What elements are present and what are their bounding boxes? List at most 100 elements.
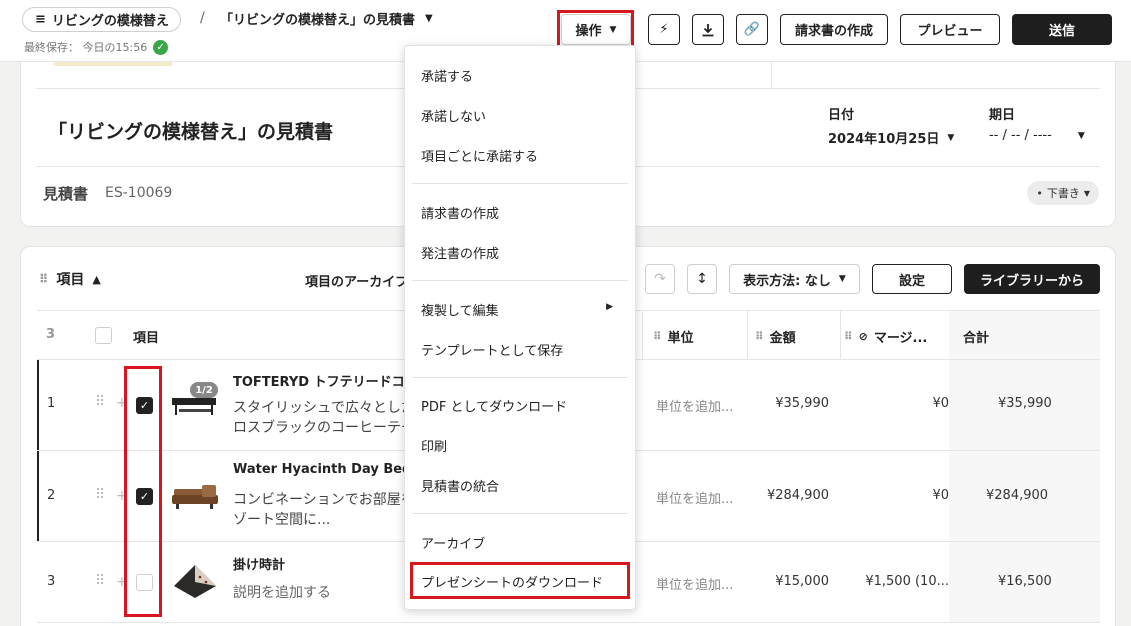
settings-button[interactable]: 設定: [872, 264, 952, 294]
row-checkbox[interactable]: ✓: [136, 397, 153, 414]
row-checkbox[interactable]: ✓: [136, 488, 153, 505]
sort-icon: ↕: [696, 271, 708, 287]
add-row-icon[interactable]: +: [116, 574, 128, 590]
item-desc-line2[interactable]: ロスブラックのコーヒーテー: [233, 418, 413, 438]
amount-cell[interactable]: ¥35,990: [775, 396, 829, 411]
breadcrumb-doc-title: 「リビングの模様替え」の見積書: [220, 13, 416, 28]
drag-handle-icon[interactable]: ⠿: [39, 272, 48, 286]
menu-item-merge-estimates[interactable]: 見積書の統合: [421, 476, 499, 495]
items-archive-toggle[interactable]: 項目のアーカイブ: [305, 271, 408, 290]
lightning-icon: ⚡: [659, 22, 669, 37]
operations-button[interactable]: 操作 ▼: [561, 14, 631, 45]
row-number: 1: [47, 396, 56, 411]
row-count: 3: [46, 327, 56, 342]
drag-handle-icon[interactable]: ⠿: [95, 573, 105, 589]
automation-button[interactable]: ⚡: [648, 14, 680, 45]
chevron-up-icon: ▲: [92, 272, 101, 286]
item-desc-line2[interactable]: ゾート空間に...: [233, 510, 413, 530]
menu-divider: [412, 280, 628, 281]
redo-button[interactable]: ↷: [645, 264, 675, 294]
column-total[interactable]: 合計: [963, 327, 989, 346]
drag-handle-icon: ⠿: [844, 330, 853, 343]
column-item[interactable]: 項目: [133, 327, 159, 346]
status-badge[interactable]: • 下書き ▼: [1027, 181, 1099, 205]
project-name: リビングの模様替え: [51, 14, 169, 29]
menu-item-create-purchase-order[interactable]: 発注書の作成: [421, 243, 499, 262]
create-invoice-button[interactable]: 請求書の作成: [780, 14, 888, 45]
add-row-icon[interactable]: +: [116, 488, 128, 504]
total-cell: ¥35,990: [998, 396, 1052, 411]
add-row-icon[interactable]: +: [116, 395, 128, 411]
document-title[interactable]: 「リビングの模様替え」の見積書: [48, 117, 333, 144]
add-from-library-button[interactable]: ライブラリーから: [964, 264, 1100, 294]
due-date-label: 期日: [989, 108, 1016, 123]
item-desc-line1[interactable]: コンビネーションでお部屋を: [233, 490, 413, 510]
item-name[interactable]: 掛け時計: [233, 554, 285, 573]
menu-item-download-presentation[interactable]: プレゼンシートのダウンロード: [421, 572, 603, 591]
unit-cell[interactable]: 単位を追加...: [656, 396, 733, 415]
menu-divider: [412, 183, 628, 184]
column-amount-label: 金額: [769, 331, 796, 346]
caret-down-icon: ▼: [425, 13, 433, 24]
drag-handle-icon: ⠿: [755, 330, 764, 343]
menu-item-save-template[interactable]: テンプレートとして保存: [421, 340, 563, 359]
menu-divider: [412, 513, 628, 514]
menu-item-download-pdf[interactable]: PDF としてダウンロード: [421, 396, 567, 415]
row-number: 3: [47, 574, 56, 589]
column-amount[interactable]: ⠿ 金額: [755, 327, 796, 346]
project-breadcrumb-pill[interactable]: ≡ リビングの模様替え: [22, 7, 181, 32]
due-date-picker[interactable]: -- / -- / ---- ▼: [989, 128, 1085, 143]
drag-handle-icon[interactable]: ⠿: [95, 394, 105, 410]
column-divider: [642, 311, 643, 360]
items-section-header[interactable]: ⠿ 項目 ▲: [39, 269, 101, 289]
menu-item-reject[interactable]: 承諾しない: [421, 106, 486, 125]
status-text: 下書き: [1046, 187, 1080, 200]
menu-divider: [412, 377, 628, 378]
item-desc-line1[interactable]: 説明を追加する: [233, 583, 413, 603]
estimate-label: 見積書: [43, 185, 89, 203]
date-label: 日付: [828, 108, 855, 123]
item-name[interactable]: TOFTERYD トフテリードコ: [233, 371, 405, 390]
redo-icon: ↷: [654, 271, 666, 287]
unit-cell[interactable]: 単位を追加...: [656, 488, 733, 507]
view-mode-select[interactable]: 表示方法: なし ▼: [729, 264, 860, 294]
column-margin[interactable]: ⠿ ⊘ マージ...: [844, 327, 927, 346]
menu-icon: ≡: [35, 12, 46, 27]
column-unit[interactable]: ⠿ 単位: [653, 327, 694, 346]
submenu-arrow-icon: ▶: [606, 302, 613, 312]
margin-cell[interactable]: ¥0: [932, 488, 949, 503]
date-picker[interactable]: 2024年10月25日 ▼: [828, 128, 954, 147]
operations-label: 操作: [575, 24, 602, 39]
margin-cell[interactable]: ¥0: [932, 396, 949, 411]
menu-item-print[interactable]: 印刷: [421, 436, 447, 455]
row-checkbox[interactable]: [136, 574, 153, 591]
divider: [771, 62, 772, 88]
menu-item-approve[interactable]: 承諾する: [421, 66, 473, 85]
select-all-checkbox[interactable]: [95, 327, 112, 344]
margin-cell[interactable]: ¥1,500 (10...: [865, 574, 949, 589]
sort-button[interactable]: ↕: [687, 264, 717, 294]
drag-handle-icon: ⠿: [653, 330, 662, 343]
doc-title-dropdown[interactable]: 「リビングの模様替え」の見積書 ▼: [220, 9, 433, 28]
download-icon: [702, 23, 714, 36]
breadcrumb-separator: /: [200, 10, 205, 26]
unit-cell[interactable]: 単位を追加...: [656, 574, 733, 593]
amount-cell[interactable]: ¥284,900: [767, 488, 829, 503]
estimate-number: ES-10069: [105, 185, 173, 201]
menu-item-duplicate-edit[interactable]: 複製して編集: [421, 300, 499, 319]
drag-handle-icon[interactable]: ⠿: [95, 487, 105, 503]
send-button[interactable]: 送信: [1012, 14, 1112, 45]
column-margin-label: マージ...: [873, 331, 928, 346]
menu-item-archive[interactable]: アーカイブ: [421, 533, 485, 552]
item-desc-line1[interactable]: スタイリッシュで広々とした: [233, 398, 413, 418]
copy-link-button[interactable]: 🔗: [736, 14, 768, 45]
date-value: 2024年10月25日: [828, 132, 940, 147]
preview-button[interactable]: プレビュー: [900, 14, 1000, 45]
amount-cell[interactable]: ¥15,000: [775, 574, 829, 589]
download-button[interactable]: [692, 14, 724, 45]
saved-check-icon: ✓: [153, 39, 169, 55]
last-saved-status: 最終保存： 今日の15:56 ✓: [24, 39, 169, 55]
menu-item-create-invoice[interactable]: 請求書の作成: [421, 203, 499, 222]
header-accent: [54, 62, 172, 66]
menu-item-approve-per-item[interactable]: 項目ごとに承諾する: [421, 146, 538, 165]
